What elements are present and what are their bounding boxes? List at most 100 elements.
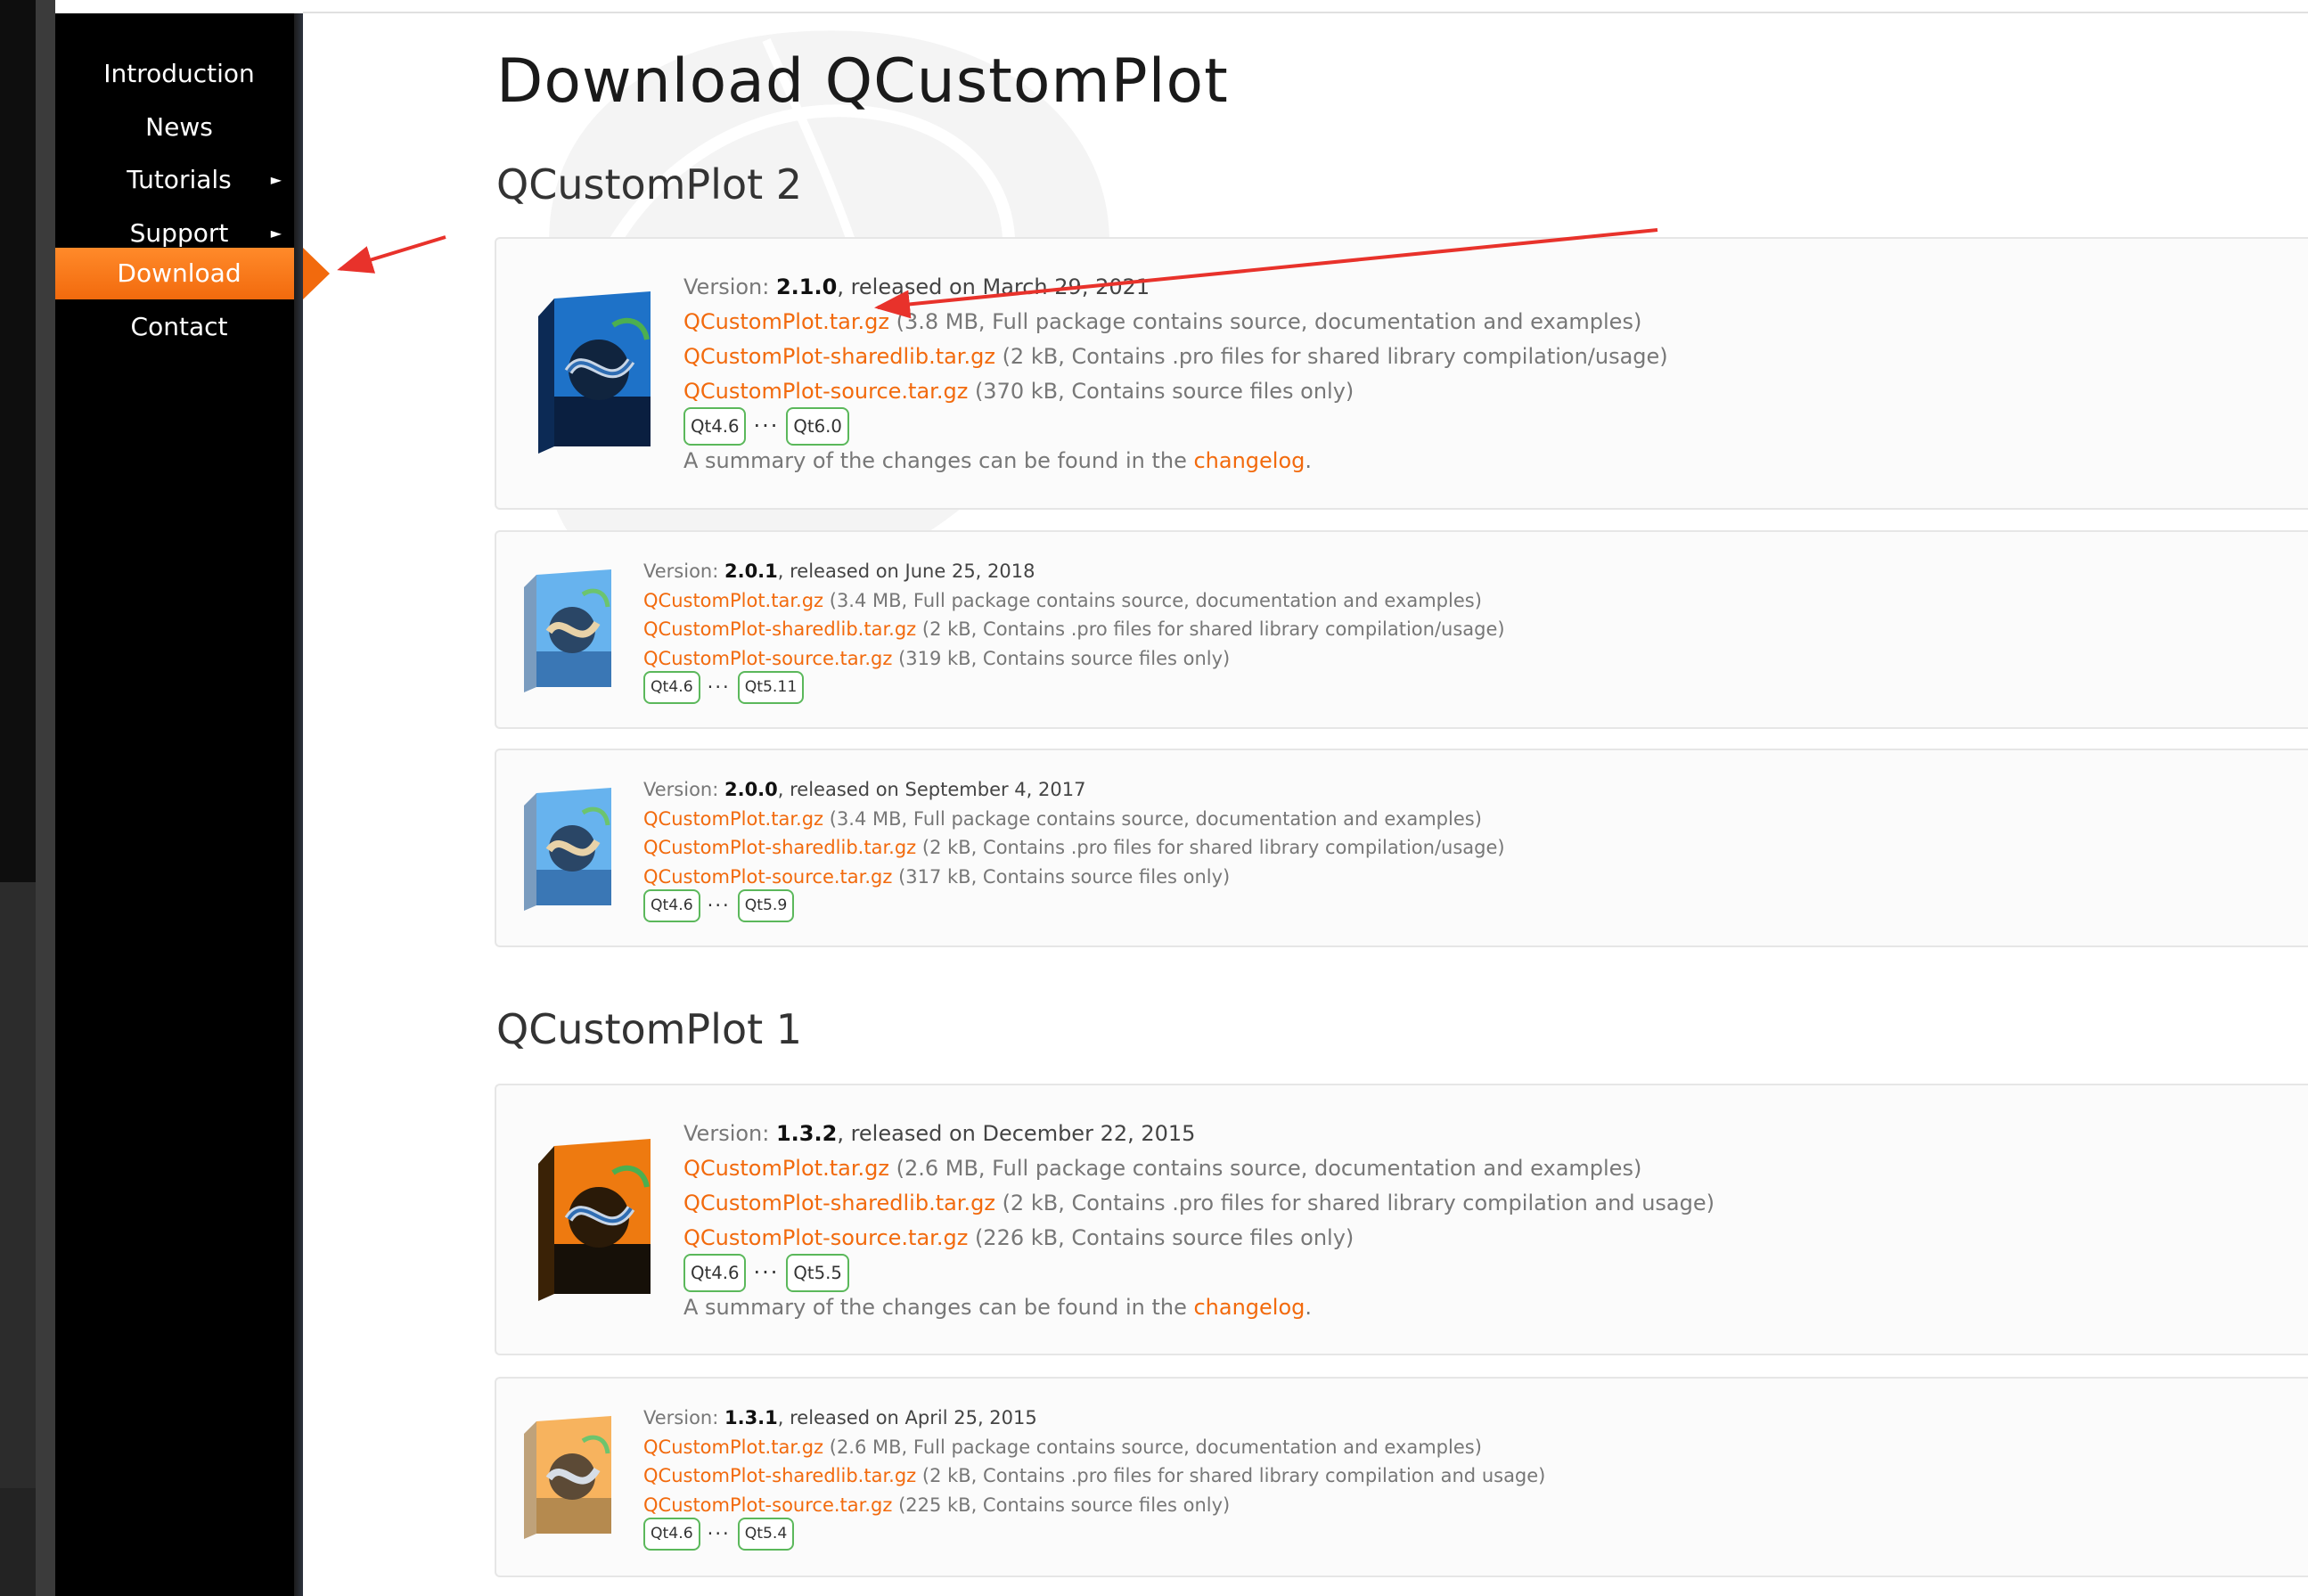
release-info: Version: 2.1.0, released on March 29, 20… [683, 270, 1668, 479]
download-sharedlib-link[interactable]: QCustomPlot-sharedlib.tar.gz [643, 1465, 916, 1486]
qt-max-badge: Qt5.11 [737, 671, 805, 704]
version-number: 2.1.0 [775, 274, 838, 299]
release-card-1-3-1: Version: 1.3.1, released on April 25, 20… [495, 1377, 2308, 1577]
download-source-desc: (370 kB, Contains source files only) [968, 379, 1355, 404]
nav-item-label: Tutorials [127, 165, 232, 194]
nav-item-label: Introduction [103, 59, 255, 88]
qt-range-dots: ··· [753, 1260, 780, 1285]
qt-min-badge: Qt4.6 [643, 889, 700, 922]
version-number: 2.0.0 [724, 779, 778, 800]
download-source-desc: (319 kB, Contains source files only) [892, 647, 1231, 669]
nav-item-download[interactable]: Download [55, 248, 330, 299]
qt-min-badge: Qt4.6 [683, 407, 747, 446]
download-source-link[interactable]: QCustomPlot-source.tar.gz [643, 866, 892, 888]
product-box-icon [524, 788, 611, 911]
download-source-desc: (225 kB, Contains source files only) [892, 1494, 1231, 1516]
qt-min-badge: Qt4.6 [683, 1254, 747, 1292]
changelog-link[interactable]: changelog [1193, 1295, 1305, 1320]
release-info: Version: 1.3.2, released on December 22,… [683, 1117, 1715, 1325]
sidebar-nav: Introduction News Tutorials ► Support ► … [55, 13, 330, 1596]
qt-compat: Qt4.6 ··· Qt5.11 [643, 671, 1505, 704]
download-sharedlib: QCustomPlot-sharedlib.tar.gz (2 kB, Cont… [683, 1186, 1715, 1221]
release-date: June 25, 2018 [904, 561, 1035, 582]
release-card-1-3-2: Version: 1.3.2, released on December 22,… [495, 1084, 2308, 1355]
qt-max-badge: Qt5.9 [737, 889, 795, 922]
download-full-desc: (2.6 MB, Full package contains source, d… [888, 1156, 1642, 1181]
release-card-2-1-0: Version: 2.1.0, released on March 29, 20… [495, 237, 2308, 510]
version-number: 1.3.2 [775, 1121, 838, 1146]
download-full-link[interactable]: QCustomPlot.tar.gz [683, 1156, 889, 1181]
download-full-desc: (2.6 MB, Full package contains source, d… [823, 1436, 1482, 1458]
download-full: QCustomPlot.tar.gz (2.6 MB, Full package… [643, 1433, 1545, 1462]
product-box-icon [538, 291, 651, 454]
window-left-edge [0, 0, 55, 1596]
window-left-edge-bottom [0, 882, 36, 1488]
version-number: 1.3.1 [724, 1407, 778, 1428]
download-sharedlib-desc: (2 kB, Contains .pro files for shared li… [994, 1191, 1715, 1215]
section-title-qcustomplot-2: QCustomPlot 2 [496, 160, 803, 209]
download-full-desc: (3.4 MB, Full package contains source, d… [823, 807, 1482, 830]
release-date: March 29, 2021 [982, 274, 1150, 299]
qt-compat: Qt4.6 ··· Qt5.9 [643, 889, 1505, 922]
product-box-icon [524, 1416, 611, 1539]
download-sharedlib: QCustomPlot-sharedlib.tar.gz (2 kB, Cont… [643, 1461, 1545, 1491]
changelog-note: A summary of the changes can be found in… [683, 448, 1313, 473]
nav-item-tutorials[interactable]: Tutorials ► [55, 154, 303, 206]
qt-max-badge: Qt5.4 [737, 1518, 795, 1551]
download-source: QCustomPlot-source.tar.gz (370 kB, Conta… [683, 374, 1668, 409]
qt-range-dots: ··· [707, 895, 731, 916]
release-info: Version: 2.0.1, released on June 25, 201… [643, 557, 1505, 704]
release-info: Version: 1.3.1, released on April 25, 20… [643, 1404, 1545, 1551]
product-box-icon [524, 569, 611, 692]
nav-item-label: Download [117, 258, 241, 288]
download-source-desc: (226 kB, Contains source files only) [968, 1225, 1355, 1250]
download-source-link[interactable]: QCustomPlot-source.tar.gz [643, 1494, 892, 1516]
download-source-link[interactable]: QCustomPlot-source.tar.gz [683, 1225, 968, 1250]
download-sharedlib-link[interactable]: QCustomPlot-sharedlib.tar.gz [643, 618, 916, 640]
download-source-link[interactable]: QCustomPlot-source.tar.gz [643, 648, 892, 669]
version-number: 2.0.1 [724, 561, 778, 582]
download-sharedlib: QCustomPlot-sharedlib.tar.gz (2 kB, Cont… [683, 340, 1668, 374]
download-full: QCustomPlot.tar.gz (3.4 MB, Full package… [643, 805, 1505, 834]
qt-compat: Qt4.6 ··· Qt5.5 [683, 1254, 1715, 1292]
nav-item-news[interactable]: News [55, 102, 303, 153]
window-left-border [36, 0, 55, 1596]
release-date: April 25, 2015 [904, 1407, 1037, 1428]
qt-compat: Qt4.6 ··· Qt6.0 [683, 407, 1668, 446]
download-full-link[interactable]: QCustomPlot.tar.gz [643, 808, 823, 830]
download-full-link[interactable]: QCustomPlot.tar.gz [643, 1436, 823, 1458]
version-line: Version: 2.0.1, released on June 25, 201… [643, 561, 1035, 582]
download-source: QCustomPlot-source.tar.gz (317 kB, Conta… [643, 863, 1505, 892]
download-sharedlib-link[interactable]: QCustomPlot-sharedlib.tar.gz [643, 837, 916, 858]
download-full-link[interactable]: QCustomPlot.tar.gz [683, 309, 889, 334]
version-line: Version: 2.0.0, released on September 4,… [643, 779, 1086, 800]
version-line: Version: 2.1.0, released on March 29, 20… [683, 274, 1150, 299]
qt-min-badge: Qt4.6 [643, 1518, 700, 1551]
download-full-link[interactable]: QCustomPlot.tar.gz [643, 590, 823, 611]
qt-range-dots: ··· [707, 676, 731, 698]
qt-compat: Qt4.6 ··· Qt5.4 [643, 1518, 1545, 1551]
section-title-qcustomplot-1: QCustomPlot 1 [496, 1005, 803, 1053]
download-source: QCustomPlot-source.tar.gz (319 kB, Conta… [643, 644, 1505, 674]
download-sharedlib-link[interactable]: QCustomPlot-sharedlib.tar.gz [683, 344, 995, 369]
download-sharedlib-link[interactable]: QCustomPlot-sharedlib.tar.gz [683, 1191, 995, 1215]
version-line: Version: 1.3.1, released on April 25, 20… [643, 1407, 1037, 1428]
download-sharedlib-desc: (2 kB, Contains .pro files for shared li… [916, 1465, 1546, 1486]
page-title: Download QCustomPlot [496, 46, 1229, 117]
download-source-link[interactable]: QCustomPlot-source.tar.gz [683, 379, 968, 404]
window-left-edge-top [0, 0, 36, 882]
nav-item-introduction[interactable]: Introduction [55, 48, 303, 100]
release-card-2-0-1: Version: 2.0.1, released on June 25, 201… [495, 530, 2308, 729]
changelog-link[interactable]: changelog [1193, 448, 1305, 473]
download-sharedlib-desc: (2 kB, Contains .pro files for shared li… [994, 344, 1668, 369]
release-card-2-0-0: Version: 2.0.0, released on September 4,… [495, 749, 2308, 947]
qt-min-badge: Qt4.6 [643, 671, 700, 704]
qt-max-badge: Qt6.0 [786, 407, 849, 446]
qt-range-dots: ··· [707, 1523, 731, 1544]
nav-item-label: News [145, 112, 213, 142]
download-sharedlib-desc: (2 kB, Contains .pro files for shared li… [916, 837, 1505, 858]
version-line: Version: 1.3.2, released on December 22,… [683, 1121, 1196, 1146]
download-full-desc: (3.8 MB, Full package contains source, d… [888, 309, 1642, 334]
product-box-icon [538, 1139, 651, 1301]
nav-item-contact[interactable]: Contact [55, 301, 303, 353]
